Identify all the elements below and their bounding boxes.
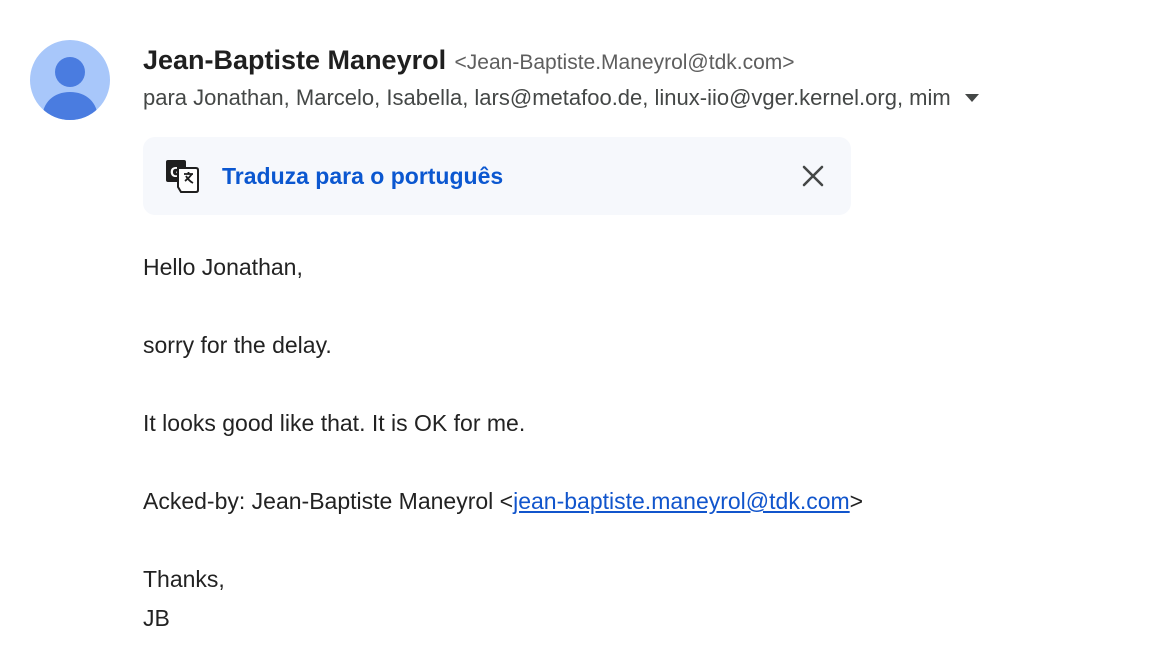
thanks-text: Thanks,: [143, 566, 225, 592]
translate-link[interactable]: Traduza para o português: [222, 137, 503, 215]
signature-text: JB: [143, 605, 170, 631]
message-body: Hello Jonathan, sorry for the delay. It …: [143, 248, 863, 638]
translate-icon: G: [166, 160, 199, 193]
recipients-text: para Jonathan, Marcelo, Isabella, lars@m…: [143, 85, 951, 110]
person-icon: [42, 57, 98, 120]
sender-email: <Jean-Baptiste.Maneyrol@tdk.com>: [454, 51, 795, 74]
body-line: It looks good like that. It is OK for me…: [143, 410, 526, 436]
closing: Thanks, JB: [143, 560, 863, 638]
message-header: Jean-Baptiste Maneyrol <Jean-Baptiste.Ma…: [143, 42, 1146, 114]
translate-bar: G Traduza para o português: [143, 137, 851, 215]
body-line: sorry for the delay.: [143, 332, 332, 358]
chevron-down-icon[interactable]: [964, 94, 979, 102]
recipients-line: para Jonathan, Marcelo, Isabella, lars@m…: [143, 82, 1146, 114]
greeting-text: Hello Jonathan,: [143, 254, 303, 280]
acked-prefix: Acked-by: Jean-Baptiste Maneyrol <: [143, 488, 514, 514]
sender-name[interactable]: Jean-Baptiste Maneyrol: [143, 45, 446, 75]
email-link[interactable]: jean-baptiste.maneyrol@tdk.com: [513, 488, 850, 514]
close-icon[interactable]: [801, 164, 825, 188]
acked-suffix: >: [849, 488, 864, 514]
sender-avatar[interactable]: [30, 40, 110, 120]
sender-line: Jean-Baptiste Maneyrol <Jean-Baptiste.Ma…: [143, 42, 1146, 78]
acked-by-line: Acked-by: Jean-Baptiste Maneyrol <jean-b…: [143, 482, 863, 521]
